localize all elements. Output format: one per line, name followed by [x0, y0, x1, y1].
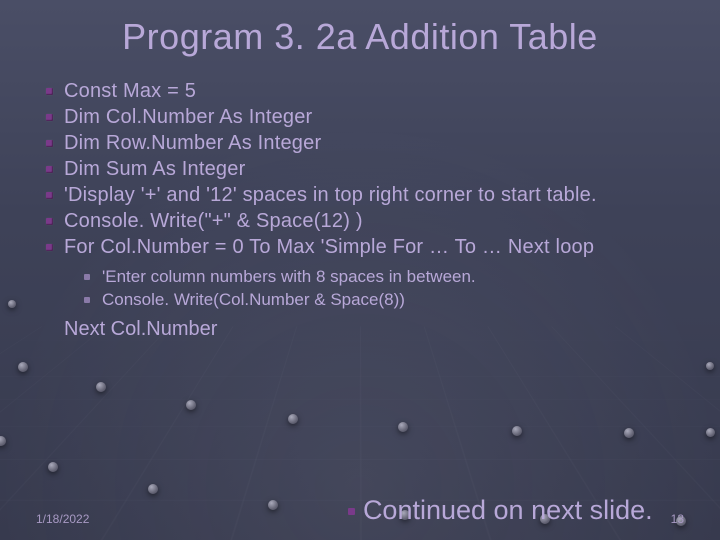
- code-line-next: Next Col.Number: [64, 318, 684, 341]
- list-item: For Col.Number = 0 To Max 'Simple For … …: [46, 234, 684, 260]
- continued-label: Continued on next slide.: [363, 495, 653, 525]
- code-list: Const Max = 5 Dim Col.Number As Integer …: [46, 78, 684, 260]
- continued-text: Continued on next slide.: [348, 495, 653, 526]
- list-item: 'Display '+' and '12' spaces in top righ…: [46, 182, 684, 208]
- list-item: Dim Sum As Integer: [46, 156, 684, 182]
- list-item: Console. Write("+" & Space(12) ): [46, 208, 684, 234]
- list-item: Const Max = 5: [46, 78, 684, 104]
- list-item: Dim Col.Number As Integer: [46, 104, 684, 130]
- list-item: 'Enter column numbers with 8 spaces in b…: [84, 266, 684, 289]
- list-item: Dim Row.Number As Integer: [46, 130, 684, 156]
- list-item: Console. Write(Col.Number & Space(8)): [84, 289, 684, 312]
- bullet-icon: [348, 508, 355, 515]
- sub-code-list: 'Enter column numbers with 8 spaces in b…: [84, 266, 684, 312]
- page-number: 13: [671, 512, 684, 526]
- slide-title: Program 3. 2a Addition Table: [36, 0, 684, 58]
- footer-date: 1/18/2022: [36, 512, 89, 526]
